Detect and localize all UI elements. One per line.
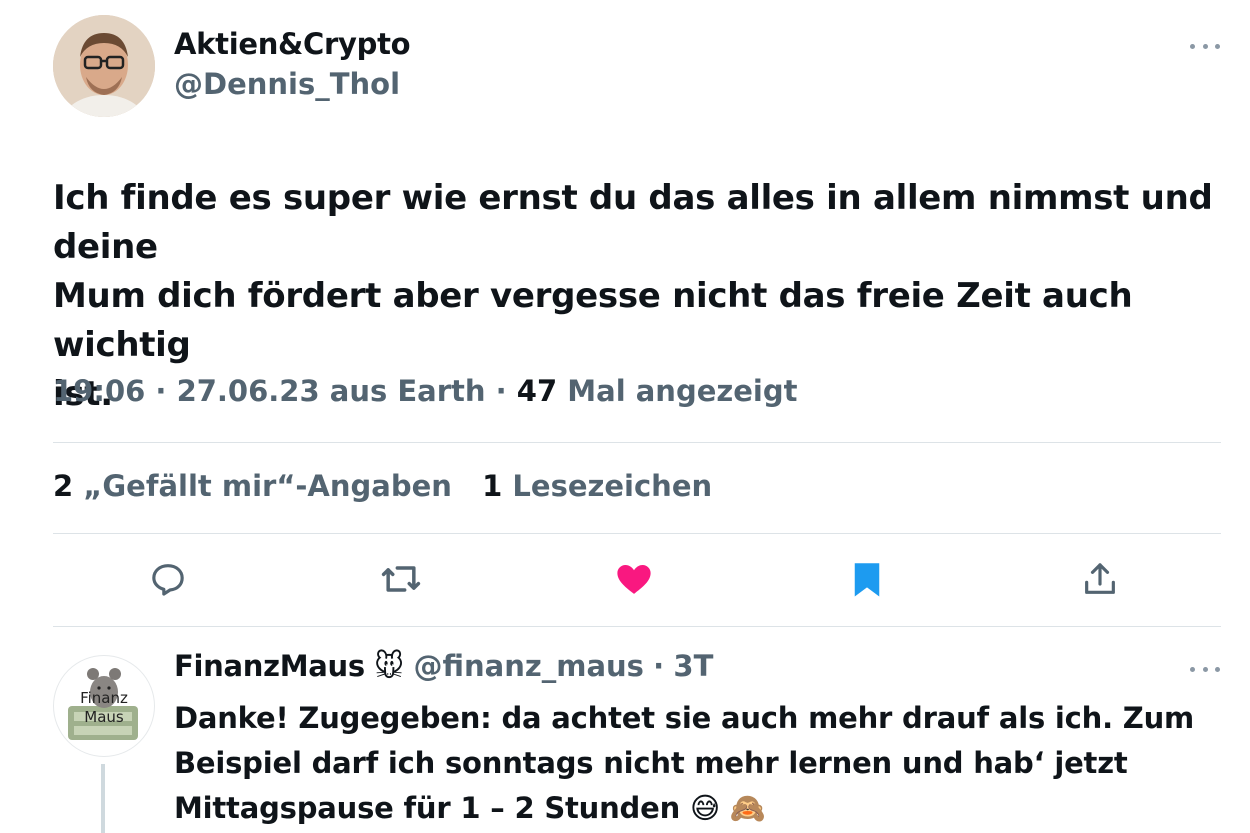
tweet-text-line: Ich finde es super wie ernst du das alle… xyxy=(53,178,1213,267)
like-button[interactable] xyxy=(602,547,666,611)
likes-label: „Gefällt mir“-Angaben xyxy=(83,469,452,503)
reply-text-line: Beispiel darf ich sonntags nicht mehr le… xyxy=(174,746,1128,780)
divider xyxy=(53,626,1221,627)
avatar-text-line: Maus xyxy=(84,708,124,726)
tweet-date[interactable]: 27.06.23 xyxy=(177,374,320,408)
reply-icon xyxy=(152,564,184,596)
views-count: 47 xyxy=(516,374,558,408)
bookmarks-label: Lesezeichen xyxy=(512,469,713,503)
separator: · xyxy=(653,649,665,683)
heart-icon xyxy=(617,565,651,594)
author-handle[interactable]: @Dennis_Thol xyxy=(174,67,400,101)
bookmark-icon xyxy=(854,563,880,597)
share-button[interactable] xyxy=(1068,547,1132,611)
reply-text-line3: Mittagspause für 1 – 2 Stunden xyxy=(174,791,681,825)
mouse-emoji-icon: 🐭 xyxy=(374,649,405,683)
bookmarks-count: 1 xyxy=(482,469,503,503)
author-avatar[interactable] xyxy=(53,15,155,117)
reply-author-handle[interactable]: @finanz_maus xyxy=(414,649,644,683)
separator: · xyxy=(495,374,507,408)
reply-author-avatar[interactable]: Finanz Maus xyxy=(53,655,155,757)
tweet-location: aus Earth xyxy=(329,374,486,408)
bookmark-button[interactable] xyxy=(835,547,899,611)
retweet-button[interactable] xyxy=(369,547,433,611)
tweet-text-line: Mum dich fördert aber vergesse nicht das… xyxy=(53,276,1133,365)
divider xyxy=(53,533,1221,534)
tweet-meta: 19:06 · 27.06.23 aus Earth · 47 Mal ange… xyxy=(53,374,797,408)
likes-count: 2 xyxy=(53,469,74,503)
likes-stat[interactable]: 2 „Gefällt mir“-Angaben xyxy=(53,469,462,503)
views-label: Mal angezeigt xyxy=(567,374,798,408)
thread-line xyxy=(101,764,105,833)
reply-text-line: Danke! Zugegeben: da achtet sie auch meh… xyxy=(174,701,1195,735)
more-options-icon[interactable] xyxy=(1190,41,1220,51)
reply-author-name[interactable]: FinanzMaus xyxy=(174,649,365,683)
divider xyxy=(53,442,1221,443)
engagement-stats: 2 „Gefällt mir“-Angaben 1 Lesezeichen xyxy=(53,469,712,503)
separator: · xyxy=(155,374,167,408)
reply-button[interactable] xyxy=(136,547,200,611)
retweet-icon xyxy=(381,566,421,592)
reply-text-line: Mittagspause für 1 – 2 Stunden 😅 🙈 xyxy=(174,786,1224,831)
tweet-time[interactable]: 19:06 xyxy=(53,374,145,408)
reply-more-options-icon[interactable] xyxy=(1190,664,1220,674)
reply-text: Danke! Zugegeben: da achtet sie auch meh… xyxy=(174,696,1224,831)
reply-header: FinanzMaus 🐭 @finanz_maus · 3T xyxy=(174,649,713,683)
reply-age[interactable]: 3T xyxy=(673,649,713,683)
emoji-icons: 😅 🙈 xyxy=(689,791,766,825)
avatar-text-line: Finanz xyxy=(80,689,128,707)
share-icon xyxy=(1085,563,1115,594)
author-name[interactable]: Aktien&Crypto xyxy=(174,27,411,61)
author-portrait xyxy=(53,15,155,117)
avatar-text: Finanz Maus xyxy=(54,689,154,727)
bookmarks-stat[interactable]: 1 Lesezeichen xyxy=(482,469,712,503)
